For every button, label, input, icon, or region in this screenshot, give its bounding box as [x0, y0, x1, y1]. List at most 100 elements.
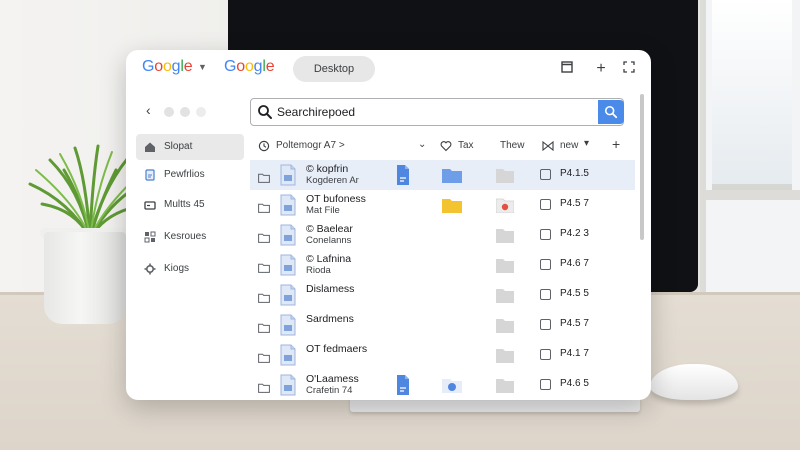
folder-icon: [442, 377, 462, 393]
chevron-down-icon[interactable]: ▼: [198, 62, 207, 72]
file-name: © kopfrin: [306, 163, 349, 175]
sidebar-item-kesroues[interactable]: Kesroues: [136, 224, 244, 250]
home-icon: [145, 142, 155, 152]
folder-icon: [496, 287, 514, 303]
expand-icon[interactable]: [620, 60, 638, 78]
row-checkbox[interactable]: [540, 289, 551, 300]
folder-icon: [496, 317, 514, 333]
bowtie-icon[interactable]: [542, 140, 554, 152]
file-icon: [280, 314, 296, 336]
file-manager-window: Google ▼ Google Desktop + ‹ Searchirepoe…: [126, 50, 651, 400]
clock-icon: [258, 140, 270, 152]
window-restore-icon[interactable]: [558, 60, 576, 78]
doc-icon: [396, 164, 410, 186]
table-row[interactable]: © kopfrin Kogderen Ar P4.1.5: [250, 160, 635, 190]
folder-icon: [258, 350, 270, 363]
search-bar[interactable]: [250, 98, 624, 126]
folder-icon: [258, 320, 270, 333]
search-input[interactable]: [277, 102, 577, 122]
new-tab-icon[interactable]: +: [592, 60, 610, 78]
sidebar-item-label: Kiogs: [164, 263, 190, 274]
folder-icon: [496, 167, 514, 183]
heart-icon[interactable]: [440, 140, 452, 152]
table-row[interactable]: © Lafnina Rioda P4.6 7: [250, 250, 635, 280]
file-icon: [280, 164, 296, 186]
nav-dot: [196, 107, 206, 117]
file-size: P4.5 7: [560, 318, 589, 329]
column-tax[interactable]: Tax: [458, 140, 474, 151]
table-row[interactable]: OT fedmaers P4.1 7: [250, 340, 635, 370]
file-icon: [280, 284, 296, 306]
file-size: P4.5 7: [560, 198, 589, 209]
grid-icon: [144, 231, 156, 243]
file-icon: [280, 344, 296, 366]
file-name: O'Laamess: [306, 373, 359, 385]
window-sill: [700, 190, 800, 200]
folder-icon: [496, 227, 514, 243]
folder-icon: [258, 290, 270, 303]
add-icon[interactable]: +: [612, 136, 620, 152]
row-checkbox[interactable]: [540, 259, 551, 270]
file-name: OT fedmaers: [306, 343, 368, 355]
google-logo-left[interactable]: Google: [142, 58, 193, 76]
document-icon: [145, 169, 155, 181]
scrollbar[interactable]: [640, 94, 644, 240]
chevron-down-icon[interactable]: ⌄: [418, 139, 426, 150]
breadcrumb[interactable]: Poltemogr A7 >: [276, 140, 345, 151]
file-icon: [280, 194, 296, 216]
file-name: © Lafnina: [306, 253, 352, 265]
row-checkbox[interactable]: [540, 319, 551, 330]
sidebar-item-slopat[interactable]: Slopat: [136, 134, 244, 160]
row-checkbox[interactable]: [540, 199, 551, 210]
shared-folder-icon: [495, 197, 515, 214]
sidebar-item-label: Multts 45: [164, 199, 205, 210]
column-thew[interactable]: Thew: [500, 140, 524, 151]
row-checkbox[interactable]: [540, 379, 551, 390]
table-row[interactable]: Sardmens P4.5 7: [250, 310, 635, 340]
search-button[interactable]: [598, 100, 624, 124]
file-icon: [280, 224, 296, 246]
back-arrow-icon[interactable]: ‹: [146, 102, 151, 118]
folder-icon: [258, 200, 270, 213]
folder-icon: [258, 380, 270, 393]
gear-icon: [144, 263, 156, 275]
folder-icon: [258, 230, 270, 243]
file-size: P4.6 5: [560, 378, 589, 389]
folder-icon: [258, 170, 270, 183]
sidebar-item-label: Pewfrlios: [164, 169, 205, 180]
folder-icon: [442, 197, 462, 213]
title-bar: Google ▼ Google Desktop +: [126, 50, 651, 90]
file-subtitle: Rioda: [306, 265, 331, 276]
column-new[interactable]: new: [560, 140, 578, 151]
computer-mouse: [650, 364, 738, 400]
file-name: © Baelear: [306, 223, 353, 235]
file-subtitle: Kogderen Ar: [306, 175, 359, 186]
row-checkbox[interactable]: [540, 169, 551, 180]
file-name: Sardmens: [306, 313, 354, 325]
row-checkbox[interactable]: [540, 349, 551, 360]
folder-icon: [258, 260, 270, 273]
drive-icon: [144, 201, 156, 210]
plant-pot: [44, 232, 126, 324]
nav-dot: [164, 107, 174, 117]
table-row[interactable]: O'Laamess Crafetin 74 P4.6 5: [250, 370, 635, 400]
file-size: P4.5 5: [560, 288, 589, 299]
doc-icon: [396, 374, 410, 396]
table-row[interactable]: Dislamess P4.5 5: [250, 280, 635, 310]
row-checkbox[interactable]: [540, 229, 551, 240]
file-name: Dislamess: [306, 283, 355, 295]
file-list-header: Poltemogr A7 > ⌄ Tax Thew new ▾ +: [250, 134, 635, 158]
sidebar-item-kiogs[interactable]: Kiogs: [136, 256, 244, 282]
file-size: P4.1.5: [560, 168, 589, 179]
sidebar-item-multts[interactable]: Multts 45: [136, 192, 244, 218]
tab-desktop[interactable]: Desktop: [293, 56, 375, 82]
sort-down-icon[interactable]: ▾: [584, 138, 589, 149]
search-icon: [604, 105, 618, 119]
table-row[interactable]: © Baelear Conelanns P4.2 3: [250, 220, 635, 250]
table-row[interactable]: OT bufoness Mat File P4.5 7: [250, 190, 635, 220]
file-icon: [280, 374, 296, 396]
sidebar-item-label: Slopat: [164, 141, 193, 152]
sidebar-item-pewfrlios[interactable]: Pewfrlios: [136, 162, 244, 188]
file-icon: [280, 254, 296, 276]
folder-icon: [442, 167, 462, 183]
